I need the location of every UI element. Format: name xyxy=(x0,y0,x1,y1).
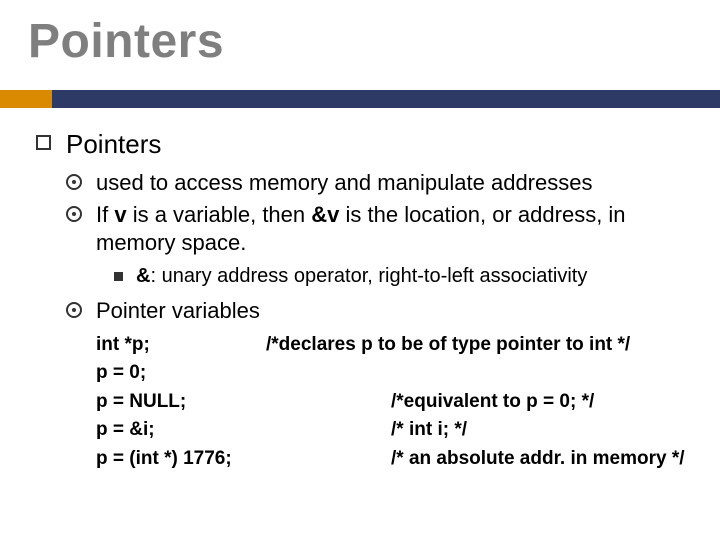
code-comment: /* an absolute addr. in memory */ xyxy=(391,445,685,474)
lvl3-text-a: &: unary address operator, right-to-left… xyxy=(136,265,587,287)
circle-bullet-icon xyxy=(66,174,82,190)
bullet-level1: Pointers xyxy=(36,128,696,161)
lvl2-text-b: If v is a variable, then &v is the locat… xyxy=(96,202,626,255)
filled-square-bullet-icon xyxy=(114,272,123,281)
slide-title: Pointers xyxy=(28,14,224,69)
code-symbol: & xyxy=(136,265,150,287)
code-row: p = 0; xyxy=(96,359,696,388)
accent-bar xyxy=(0,90,720,108)
code-row: int *p;/*declares p to be of type pointe… xyxy=(96,331,696,360)
text-fragment: : unary address operator, right-to-left … xyxy=(150,265,587,287)
code-row: p = (int *) 1776;/* an absolute addr. in… xyxy=(96,445,696,474)
code-comment: /*equivalent to p = 0; */ xyxy=(391,388,594,417)
code-left: p = (int *) 1776; xyxy=(96,445,391,474)
code-var: v xyxy=(114,202,126,227)
accent-bar-left xyxy=(0,90,52,108)
bullet-level2: Pointer variables xyxy=(66,297,696,325)
code-comment: /* int i; */ xyxy=(391,416,467,445)
circle-bullet-icon xyxy=(66,302,82,318)
code-left: p = 0; xyxy=(96,359,266,388)
bullet-level3: &: unary address operator, right-to-left… xyxy=(114,264,696,289)
code-row: p = NULL;/*equivalent to p = 0; */ xyxy=(96,388,696,417)
lvl1-heading: Pointers xyxy=(66,128,161,161)
code-row: p = &i;/* int i; */ xyxy=(96,416,696,445)
text-fragment: is a variable, then xyxy=(127,202,312,227)
accent-bar-right xyxy=(52,90,720,108)
slide-content: Pointers used to access memory and manip… xyxy=(36,128,696,473)
lvl2-text-a: used to access memory and manipulate add… xyxy=(96,170,592,195)
lvl2-text-c: Pointer variables xyxy=(96,298,260,323)
code-left: p = NULL; xyxy=(96,388,391,417)
text-fragment: If xyxy=(96,202,114,227)
code-left: p = &i; xyxy=(96,416,391,445)
code-var: &v xyxy=(311,202,339,227)
bullet-level2: If v is a variable, then &v is the locat… xyxy=(66,201,696,256)
code-comment: /*declares p to be of type pointer to in… xyxy=(266,331,630,360)
square-bullet-icon xyxy=(36,135,51,150)
circle-bullet-icon xyxy=(66,206,82,222)
bullet-level2: used to access memory and manipulate add… xyxy=(66,169,696,197)
code-block: int *p;/*declares p to be of type pointe… xyxy=(96,331,696,474)
code-left: int *p; xyxy=(96,331,266,360)
